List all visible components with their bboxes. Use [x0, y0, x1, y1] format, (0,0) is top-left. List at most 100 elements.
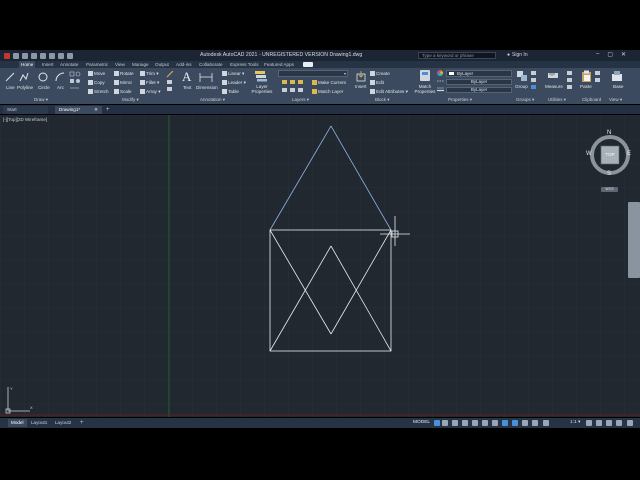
save-icon[interactable] — [31, 52, 37, 59]
tab-insert[interactable]: Insert — [40, 61, 56, 68]
array-button[interactable]: Array ▾ — [140, 89, 161, 95]
layer-properties-icon[interactable] — [254, 70, 268, 84]
app-menu-icon[interactable] — [4, 52, 10, 59]
customization-menu-icon[interactable] — [627, 420, 633, 426]
polar-toggle-icon[interactable] — [482, 420, 488, 426]
draw-more-icons[interactable] — [69, 71, 81, 91]
sign-in-button[interactable]: ● Sign In — [507, 52, 528, 58]
layer-tools-icons[interactable] — [282, 80, 310, 96]
base-button[interactable]: Base — [613, 84, 623, 89]
print-icon[interactable] — [49, 52, 55, 59]
match-layer-button[interactable]: Match Layer — [312, 89, 343, 94]
grid-toggle-icon[interactable] — [434, 420, 440, 426]
tab-layout2[interactable]: Layout2 — [52, 419, 74, 427]
modify-extra-icons[interactable] — [166, 70, 174, 93]
compass-west[interactable]: W — [586, 151, 592, 157]
linetype-icon[interactable] — [437, 79, 444, 86]
utilities-extra-icons[interactable] — [567, 70, 573, 92]
wcs-menu[interactable]: WCS — [601, 187, 618, 192]
match-properties-icon[interactable] — [419, 69, 431, 84]
tab-layout1[interactable]: Layout1 — [28, 419, 50, 427]
new-tab-plus-icon[interactable]: + — [106, 106, 110, 114]
annotation-scale-icon[interactable] — [543, 420, 549, 426]
match-properties-button[interactable]: Match Properties — [414, 84, 436, 94]
linetype-dropdown[interactable]: ByLayer — [446, 79, 512, 85]
save-as-icon[interactable] — [40, 52, 46, 59]
arc-icon[interactable] — [55, 72, 65, 84]
close-icon[interactable]: ✕ — [621, 51, 626, 58]
ribbon-toggle-button[interactable] — [303, 62, 313, 67]
tab-output[interactable]: Output — [153, 61, 171, 68]
annotation-panel-title[interactable]: Annotation ▾ — [200, 97, 225, 103]
viewport-controls[interactable]: [-][Top][2D Wireframe] — [3, 117, 47, 122]
add-layout-plus-icon[interactable]: + — [80, 419, 84, 427]
object-snap-icon[interactable] — [512, 420, 518, 426]
properties-panel-title[interactable]: Properties ▾ — [448, 97, 472, 103]
open-file-icon[interactable] — [22, 52, 28, 59]
fullscreen-icon[interactable] — [616, 420, 622, 426]
polyline-button[interactable]: Polyline — [17, 85, 33, 90]
isodraft-icon[interactable] — [492, 420, 498, 426]
edit-block-button[interactable]: Edit — [370, 80, 384, 85]
modify-panel-title[interactable]: Modify ▾ — [122, 97, 139, 103]
transparency-icon[interactable] — [532, 420, 538, 426]
groups-panel-title[interactable]: Groups ▾ — [516, 97, 534, 103]
fillet-button[interactable]: Fillet ▾ — [140, 80, 159, 86]
workspace-gear-icon[interactable] — [586, 420, 592, 426]
compass-north[interactable]: N — [607, 130, 611, 136]
edit-attributes-button[interactable]: Edit Attributes ▾ — [370, 89, 408, 95]
infer-constraints-icon[interactable] — [452, 420, 458, 426]
text-button[interactable]: Text — [183, 85, 191, 90]
restore-icon[interactable]: ▢ — [607, 51, 613, 58]
tab-home[interactable]: Home — [19, 61, 36, 68]
tab-start[interactable]: Start — [3, 106, 48, 114]
tab-model[interactable]: Model — [8, 419, 27, 427]
measure-button[interactable]: Measure — [545, 84, 563, 89]
object-snap-tracking-icon[interactable] — [502, 420, 508, 426]
annotation-monitor-icon[interactable] — [596, 420, 602, 426]
clipboard-panel-title[interactable]: Clipboard — [582, 97, 601, 102]
copy-button[interactable]: Copy — [88, 80, 105, 85]
make-current-button[interactable]: Make Current — [312, 80, 346, 85]
undo-icon[interactable] — [58, 52, 64, 59]
circle-button[interactable]: Circle — [38, 85, 50, 90]
polyline-icon[interactable] — [19, 72, 29, 84]
navigation-bar[interactable] — [628, 202, 640, 278]
circle-icon[interactable] — [38, 72, 48, 84]
text-icon[interactable]: A — [182, 69, 191, 85]
new-file-icon[interactable] — [13, 52, 19, 59]
ortho-toggle-icon[interactable] — [472, 420, 478, 426]
tab-drawing1[interactable]: Drawing1* ✕ — [55, 106, 102, 114]
dimension-button[interactable]: Dimension — [196, 85, 218, 90]
move-button[interactable]: Move — [88, 71, 105, 76]
create-block-button[interactable]: Create — [370, 71, 390, 76]
close-tab-icon[interactable]: ✕ — [94, 106, 98, 114]
stretch-button[interactable]: Stretch — [88, 89, 109, 94]
model-space-button[interactable]: MODEL — [413, 420, 430, 425]
tab-annotate[interactable]: Annotate — [58, 61, 80, 68]
drawing-canvas[interactable] — [0, 115, 640, 417]
color-dropdown[interactable]: ByLayer — [446, 70, 512, 77]
table-button[interactable]: Table — [222, 89, 239, 94]
utilities-panel-title[interactable]: Utilities ▾ — [548, 97, 566, 103]
arc-button[interactable]: Arc — [57, 85, 64, 90]
view-panel-title[interactable]: View ▾ — [609, 97, 622, 103]
insert-button[interactable]: Insert — [355, 84, 367, 89]
tab-featured-apps[interactable]: Featured Apps — [262, 61, 296, 68]
search-input[interactable]: Type a keyword or phrase — [418, 52, 496, 59]
layers-panel-title[interactable]: Layers ▾ — [292, 97, 309, 103]
dynamic-input-icon[interactable] — [462, 420, 468, 426]
line-icon[interactable] — [5, 72, 15, 84]
dimension-icon[interactable] — [199, 71, 213, 85]
minimize-icon[interactable]: – — [596, 51, 599, 58]
trim-button[interactable]: Trim ▾ — [140, 71, 159, 77]
mirror-button[interactable]: Mirror — [114, 80, 132, 85]
group-tools-icons[interactable] — [530, 70, 537, 92]
tab-manage[interactable]: Manage — [130, 61, 151, 68]
lineweight-dropdown[interactable]: ByLayer — [446, 87, 512, 93]
layer-dropdown[interactable]: ▾ — [278, 70, 348, 77]
tab-view[interactable]: View — [113, 61, 127, 68]
tab-add-ins[interactable]: Add-ins — [174, 61, 194, 68]
leader-button[interactable]: Leader ▾ — [222, 80, 246, 86]
scale-dropdown[interactable]: 1:1 ▾ — [570, 420, 580, 425]
